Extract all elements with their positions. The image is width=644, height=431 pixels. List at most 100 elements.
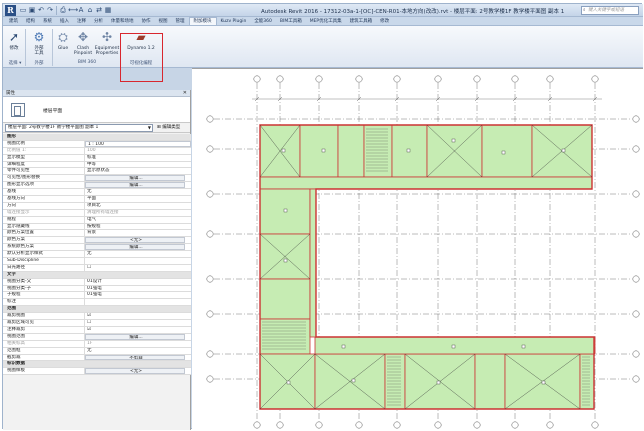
property-value[interactable]: 无 — [85, 348, 191, 354]
tab-12[interactable]: 全能360 — [250, 17, 276, 25]
property-group[interactable]: 文字 — [3, 271, 191, 279]
property-row: 方向 项目北 — [3, 202, 191, 210]
property-name: 文字 — [7, 271, 16, 277]
chevron-down-icon: ▼ — [147, 125, 151, 130]
property-value[interactable] — [85, 299, 191, 305]
glue-button[interactable]: ⛭ Glue — [54, 30, 72, 51]
property-group[interactable]: 图形 — [3, 134, 191, 141]
room — [259, 318, 311, 355]
save-icon[interactable]: ▣ — [28, 6, 36, 15]
views-icon[interactable]: ▦ — [104, 6, 112, 15]
grid-bubble — [355, 421, 363, 429]
property-value[interactable]: 按规程 — [85, 224, 191, 230]
property-value[interactable]: 1 : 100 — [85, 140, 191, 147]
external-tools-button[interactable]: ⚙ 外部 工具 — [28, 30, 50, 56]
property-edit-button[interactable]: <无> — [85, 237, 185, 244]
property-edit-button[interactable]: 不剪裁 — [85, 354, 185, 361]
tab-10[interactable]: 附加模块 — [188, 17, 217, 25]
property-value[interactable]: 无 — [85, 251, 191, 257]
3d-icon[interactable]: ⌂ — [86, 6, 94, 15]
property-name: 比例值 1: — [3, 147, 85, 154]
measure-icon[interactable]: ⟷ — [68, 6, 78, 15]
property-value[interactable]: 项目北 — [85, 203, 191, 209]
equipment-properties-button[interactable]: ✣ Equipment Properties — [93, 30, 121, 56]
property-group[interactable]: 标识数据 — [3, 361, 191, 369]
property-name: 详细程度 — [3, 161, 85, 168]
tab-6[interactable]: 体量和场地 — [107, 17, 138, 25]
property-group[interactable]: 范围 — [3, 306, 191, 314]
drawing-canvas[interactable] — [192, 68, 643, 430]
property-row: 显示隐藏线 按规程 — [3, 223, 191, 231]
clash-pinpoint-button[interactable]: ✥ Clash Pinpoint — [73, 30, 93, 56]
property-name: 视图分类-子 — [3, 285, 85, 292]
redo-icon[interactable]: ↷ — [46, 6, 54, 15]
property-value[interactable] — [85, 258, 191, 264]
equipment-marker — [436, 380, 441, 385]
property-checkbox[interactable]: ☑ — [85, 313, 191, 319]
tab-4[interactable]: 注释 — [73, 17, 90, 25]
property-value[interactable]: 显示原状态 — [85, 168, 191, 174]
cursor-icon: ➚ — [8, 30, 20, 44]
grid-bubble — [632, 275, 640, 283]
type-selector[interactable]: 楼层平面 — [3, 97, 190, 123]
tab-8[interactable]: 视图 — [155, 17, 172, 25]
tab-3[interactable]: 插入 — [56, 17, 73, 25]
property-name: 基线 — [3, 189, 85, 196]
instance-filter-dropdown[interactable]: 楼层平面: 2号教学楼1F 教学楼平面图 副本 1 ▼ — [5, 124, 153, 132]
equipment-marker — [406, 148, 411, 153]
property-checkbox[interactable]: ☐ — [85, 265, 191, 271]
tab-9[interactable]: 管理 — [172, 17, 189, 25]
tab-11[interactable]: Kuzv Plugin — [217, 17, 251, 25]
property-edit-button[interactable]: 编辑... — [85, 333, 185, 340]
clash-icon: ✥ — [77, 30, 89, 44]
separator — [25, 29, 26, 66]
grid-bubble — [393, 75, 401, 83]
tab-16[interactable]: 修改 — [376, 17, 393, 25]
property-value[interactable]: 中等 — [85, 162, 191, 168]
property-checkbox[interactable]: ☐ — [85, 320, 191, 326]
property-edit-button[interactable]: 编辑... — [85, 182, 185, 189]
open-icon[interactable]: ▭ — [19, 6, 27, 15]
search-input[interactable]: ⌕ 键入关键字或短语 — [581, 6, 639, 15]
floor-plan-icon — [11, 103, 25, 117]
tab-2[interactable]: 系统 — [39, 17, 56, 25]
modify-button[interactable]: ➚ 修改 — [6, 30, 22, 51]
close-icon[interactable]: ✕ — [183, 90, 187, 97]
tab-7[interactable]: 协作 — [138, 17, 155, 25]
property-name: 视图样板 — [3, 368, 85, 375]
property-row: 零件可见性 显示原状态 — [3, 168, 191, 176]
revit-logo-icon[interactable]: R — [5, 5, 16, 16]
tab-13[interactable]: BIM工具箱 — [276, 17, 306, 25]
property-edit-button[interactable]: <无> — [85, 368, 185, 375]
group-label-select[interactable]: 选择 ▾ — [5, 60, 25, 66]
room — [259, 176, 593, 190]
property-edit-button[interactable]: 编辑... — [85, 175, 185, 182]
property-value[interactable]: 01设计 — [85, 279, 191, 285]
property-value[interactable]: 电气 — [85, 217, 191, 223]
grid-bubble — [315, 75, 323, 83]
property-value[interactable]: 01强电 — [85, 286, 191, 292]
property-value[interactable]: 平面 — [85, 196, 191, 202]
tab-1[interactable]: 结构 — [22, 17, 39, 25]
property-value[interactable]: 01强电 — [85, 292, 191, 298]
grid-bubble — [591, 75, 599, 83]
text-icon[interactable]: A — [77, 6, 85, 15]
print-icon[interactable]: ⎙ — [59, 6, 67, 15]
undo-icon[interactable]: ↶ — [37, 6, 45, 15]
tab-15[interactable]: 建筑工具箱 — [346, 17, 377, 25]
property-value[interactable]: 标准 — [85, 155, 191, 161]
property-edit-button[interactable]: 编辑... — [85, 244, 185, 251]
room — [259, 278, 311, 320]
property-value[interactable]: 无 — [85, 189, 191, 195]
floor-plan-drawing[interactable] — [192, 69, 643, 431]
tab-14[interactable]: MEP优化工具集 — [306, 17, 346, 25]
property-name: 颜色方案 — [3, 237, 85, 244]
property-checkbox[interactable]: ☑ — [85, 327, 191, 333]
glue-icon: ⛭ — [58, 30, 68, 44]
property-value[interactable]: 背景 — [85, 230, 191, 236]
sync-icon[interactable]: ⇄ — [95, 6, 103, 15]
properties-title: 属性 — [6, 91, 15, 96]
tab-0[interactable]: 建筑 — [5, 17, 22, 25]
tab-5[interactable]: 分析 — [90, 17, 107, 25]
edit-type-button[interactable]: ⊞ 编辑类型 — [157, 124, 180, 132]
